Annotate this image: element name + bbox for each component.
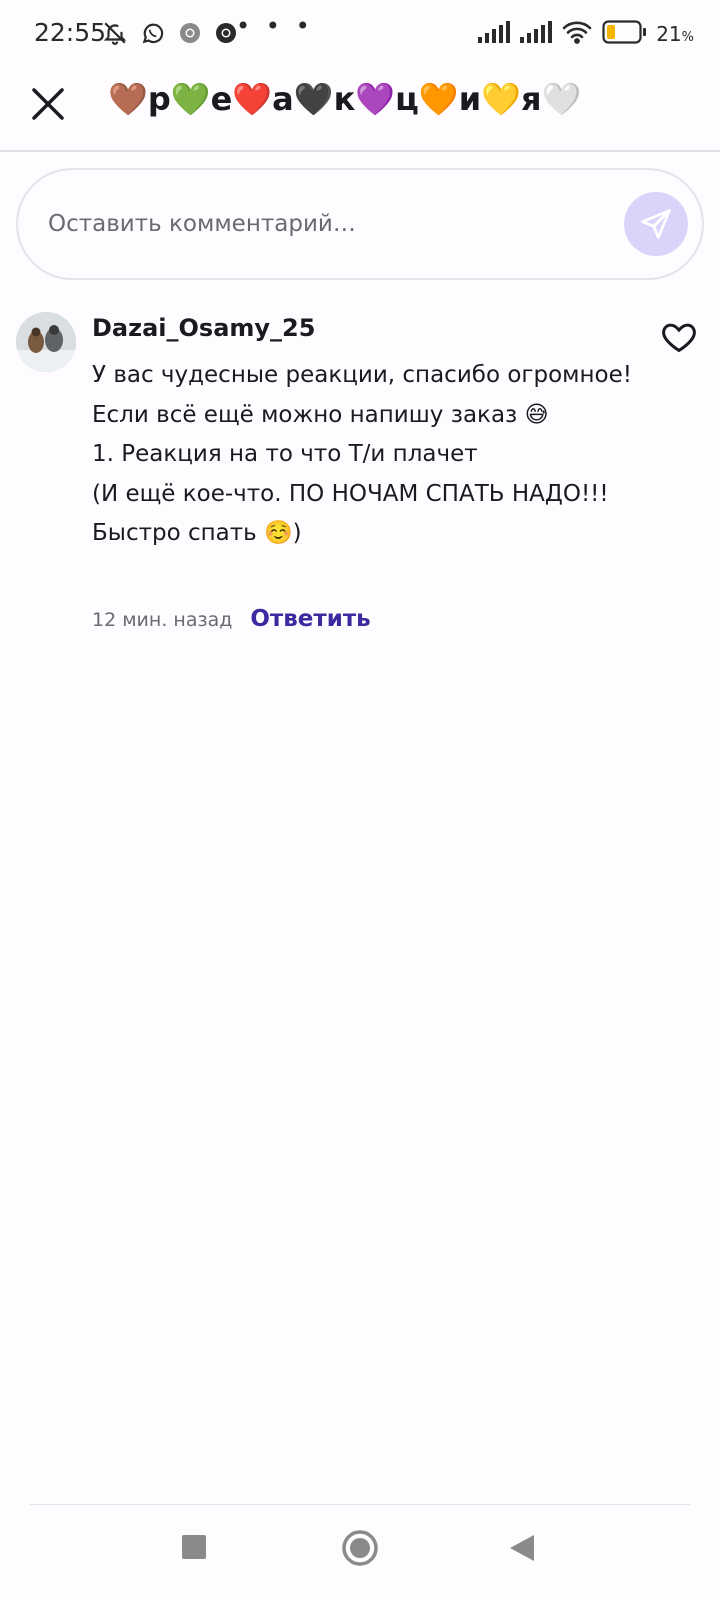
wifi-icon [562, 20, 592, 48]
square-icon [182, 1535, 206, 1559]
comment-input[interactable] [48, 196, 608, 252]
comment-username[interactable]: Dazai_Osamy_25 [92, 314, 315, 342]
like-button[interactable] [660, 318, 698, 356]
navigation-bar [0, 1505, 720, 1600]
battery-percent: 21% [656, 22, 694, 46]
battery-icon [602, 20, 647, 48]
status-system-icons: 21% [478, 20, 694, 48]
bell-off-icon [102, 20, 128, 46]
header: 🤎р💚е❤️а🖤к💜ц🧡и💛я🤍 [0, 70, 720, 152]
send-button[interactable] [624, 192, 688, 256]
battery-percent-value: 21 [656, 22, 682, 46]
reply-button[interactable]: Ответить [250, 606, 370, 632]
status-time: 22:55 [34, 18, 107, 47]
chrome-icon [178, 21, 202, 45]
status-notification-icons [102, 20, 238, 46]
comment-text: У вас чудесные реакции, спасибо огромное… [92, 362, 632, 546]
avatar[interactable] [16, 312, 76, 372]
comment-input-container [16, 168, 704, 280]
avatar-image [16, 312, 76, 372]
home-button[interactable] [341, 1529, 379, 1571]
comment-meta: 12 мин. назад Ответить [92, 606, 371, 632]
page-title: 🤎р💚е❤️а🖤к💜ц🧡и💛я🤍 [108, 80, 582, 118]
signal-icon [478, 21, 511, 47]
more-notifications-indicator: • • • [236, 12, 314, 40]
close-button[interactable] [28, 84, 68, 124]
circle-icon [342, 1530, 378, 1566]
chrome-dark-icon [214, 21, 238, 45]
recents-button[interactable] [180, 1533, 208, 1565]
heart-icon [662, 323, 696, 353]
whatsapp-icon [140, 20, 166, 46]
battery-percent-sign: % [681, 30, 694, 45]
screen: 22:55 • • • 21% 🤎р💚е❤️а🖤к💜ц🧡и💛я🤍 Оставит… [0, 0, 720, 1600]
triangle-back-icon [510, 1535, 534, 1561]
send-icon [641, 209, 671, 239]
status-bar: 22:55 • • • 21% [0, 0, 720, 70]
signal-icon-2 [520, 21, 553, 47]
comment-timestamp: 12 мин. назад [92, 609, 233, 631]
close-icon [32, 88, 64, 120]
back-button[interactable] [508, 1533, 536, 1567]
